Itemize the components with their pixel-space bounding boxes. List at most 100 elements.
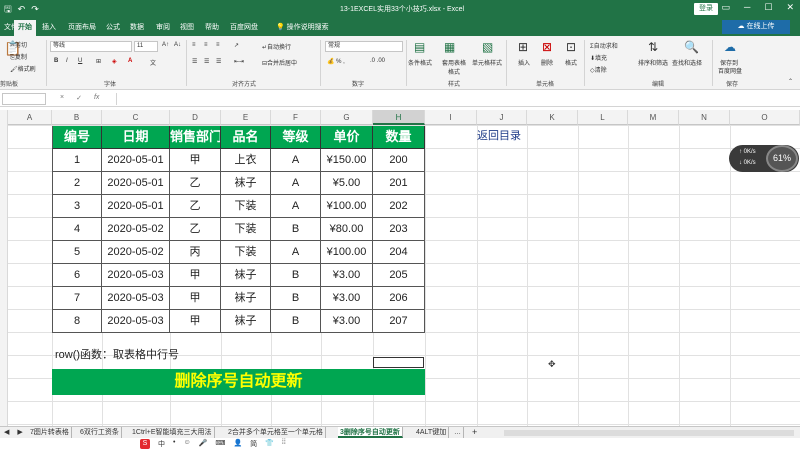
find-select-button[interactable]: 查找和选择 (672, 58, 702, 67)
table-cell[interactable]: 袜子 (221, 287, 271, 310)
table-cell[interactable]: 袜子 (221, 310, 271, 333)
tab-insert[interactable]: 插入 (42, 22, 56, 32)
table-cell[interactable]: B (271, 218, 321, 241)
borders-icon[interactable]: ⊞ (96, 58, 101, 65)
table-cell[interactable]: 2020-05-03 (102, 310, 170, 333)
emoji-icon[interactable]: ☺ (183, 439, 190, 449)
cell-styles-icon[interactable]: ▧ (482, 40, 498, 54)
font-color-icon[interactable]: A (128, 58, 132, 64)
tell-me-search[interactable]: 💡 操作说明搜索 (276, 22, 329, 32)
currency-icon[interactable]: 💰 % , (327, 58, 345, 65)
column-header-l[interactable]: L (578, 110, 628, 125)
table-cell[interactable]: 6 (52, 264, 102, 287)
table-cell[interactable]: 201 (373, 172, 425, 195)
font-size-select[interactable]: 11 (134, 41, 158, 52)
insert-cells-button[interactable]: 插入 (518, 58, 530, 67)
table-cell[interactable]: 2020-05-02 (102, 218, 170, 241)
table-cell[interactable]: 2 (52, 172, 102, 195)
column-header-j[interactable]: J (477, 110, 527, 125)
table-cell[interactable]: 7 (52, 287, 102, 310)
find-icon[interactable]: 🔍 (684, 40, 700, 54)
confirm-icon[interactable]: ✓ (76, 94, 82, 102)
phonetic-icon[interactable]: 文 (150, 58, 156, 67)
table-cell[interactable]: 甲 (170, 287, 221, 310)
align-middle-icon[interactable]: ≡ (204, 42, 208, 48)
indent-icon[interactable]: ⇤⇥ (234, 58, 244, 65)
table-cell[interactable]: A (271, 195, 321, 218)
column-header-g[interactable]: G (321, 110, 373, 125)
format-painter-button[interactable]: 🖌格式刷 (10, 64, 36, 73)
align-right-icon[interactable]: ☰ (216, 58, 221, 65)
sheet-tab[interactable]: 4ALT键加 (414, 427, 450, 438)
user-icon[interactable]: 👤 (233, 439, 242, 449)
table-cell[interactable]: 下装 (221, 195, 271, 218)
font-name-select[interactable]: 等线 (50, 41, 132, 52)
table-cell[interactable]: 207 (373, 310, 425, 333)
table-cell[interactable]: 205 (373, 264, 425, 287)
close-icon[interactable]: ✕ (786, 2, 794, 13)
cancel-icon[interactable]: × (60, 94, 64, 102)
table-cell[interactable]: 2020-05-01 (102, 195, 170, 218)
table-cell[interactable]: 下装 (221, 218, 271, 241)
table-cell[interactable]: ¥5.00 (321, 172, 373, 195)
fill-button[interactable]: ⬇填充 (590, 53, 607, 62)
table-cell[interactable]: 甲 (170, 310, 221, 333)
keyboard-icon[interactable]: ⌨ (215, 439, 225, 449)
table-cell[interactable]: A (271, 172, 321, 195)
table-cell[interactable]: 203 (373, 218, 425, 241)
bold-button[interactable]: B (54, 58, 58, 64)
sheet-tab[interactable]: 7图片转表格 (28, 427, 72, 438)
table-header-cell[interactable]: 单价 (321, 126, 373, 149)
table-cell[interactable]: A (271, 241, 321, 264)
table-cell[interactable]: 袜子 (221, 172, 271, 195)
tab-baidu-pan[interactable]: 百度网盘 (230, 22, 258, 32)
next-sheet-icon[interactable]: ▶ (17, 427, 22, 438)
align-top-icon[interactable]: ≡ (192, 42, 196, 48)
microphone-icon[interactable]: 🎤 (199, 439, 208, 449)
table-cell[interactable]: ¥80.00 (321, 218, 373, 241)
number-format-select[interactable]: 常规 (325, 41, 403, 52)
table-cell[interactable]: 乙 (170, 218, 221, 241)
table-cell[interactable]: 200 (373, 149, 425, 172)
column-header-o[interactable]: O (730, 110, 800, 125)
table-cell[interactable]: B (271, 264, 321, 287)
table-cell[interactable]: 2020-05-03 (102, 264, 170, 287)
table-header-cell[interactable]: 日期 (102, 126, 170, 149)
table-cell[interactable]: ¥150.00 (321, 149, 373, 172)
column-header-c[interactable]: C (102, 110, 170, 125)
table-cell[interactable]: 1 (52, 149, 102, 172)
sheet-tab[interactable]: 2合并多个单元格至一个单元格 (226, 427, 326, 438)
punctuation-icon[interactable]: • (173, 439, 175, 449)
increase-font-icon[interactable]: A↑ (162, 42, 169, 48)
column-header-k[interactable]: K (527, 110, 578, 125)
table-header-cell[interactable]: 数量 (373, 126, 425, 149)
italic-button[interactable]: I (66, 58, 68, 64)
sheet-tab[interactable]: 6双行工资条 (78, 427, 122, 438)
tab-review[interactable]: 审阅 (156, 22, 170, 32)
table-cell[interactable]: B (271, 310, 321, 333)
column-header-b[interactable]: B (52, 110, 102, 125)
baidu-cloud-icon[interactable]: ☁ (724, 40, 740, 54)
table-cell[interactable]: B (271, 287, 321, 310)
ribbon-display-icon[interactable]: ▭ (721, 2, 730, 13)
function-icon[interactable]: fx (94, 94, 99, 102)
column-header-d[interactable]: D (170, 110, 221, 125)
table-cell[interactable]: ¥3.00 (321, 310, 373, 333)
tab-formulas[interactable]: 公式 (106, 22, 120, 32)
toolbox-icon[interactable]: ⁞⁞ (282, 439, 286, 449)
table-cell[interactable]: 2020-05-01 (102, 149, 170, 172)
table-cell[interactable]: ¥3.00 (321, 287, 373, 310)
horizontal-scrollbar[interactable] (504, 430, 794, 436)
table-format-button[interactable]: 套用表格格式 (440, 58, 468, 76)
table-cell[interactable]: 206 (373, 287, 425, 310)
redo-icon[interactable]: ↷ (31, 3, 39, 15)
add-sheet-button[interactable]: + (470, 427, 479, 438)
login-button[interactable]: 登录 (694, 3, 718, 15)
sort-filter-icon[interactable]: ⇅ (648, 40, 664, 54)
wrap-text-button[interactable]: ↵自动换行 (262, 42, 291, 51)
format-cells-icon[interactable]: ⊡ (566, 40, 582, 54)
table-cell[interactable]: 袜子 (221, 264, 271, 287)
table-header-cell[interactable]: 销售部门 (170, 126, 221, 149)
table-cell[interactable]: ¥3.00 (321, 264, 373, 287)
table-cell[interactable]: 5 (52, 241, 102, 264)
